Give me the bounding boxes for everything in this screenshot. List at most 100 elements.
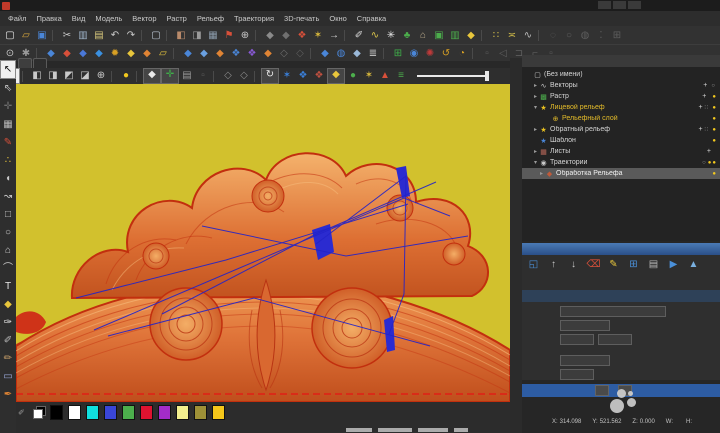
rainbow-layers-icon[interactable]: ≡ (393, 69, 409, 83)
add-icon[interactable]: + (698, 126, 702, 133)
plane-dim2-icon[interactable]: ◇ (236, 69, 252, 83)
separator[interactable] (344, 30, 349, 41)
sketch-icon[interactable]: ✐ (351, 29, 367, 42)
visibility-bulb-icon[interactable]: ● (712, 94, 717, 100)
separator[interactable] (213, 71, 218, 82)
separator[interactable] (141, 30, 146, 41)
spin-orange-icon[interactable]: ↺ (438, 47, 454, 60)
lasso-icon[interactable]: ↝ (1, 188, 15, 205)
paint-brush-icon[interactable]: ✐ (18, 408, 25, 417)
preview-icon[interactable]: ▲ (686, 257, 701, 272)
layers-blue-icon[interactable]: ❖ (228, 47, 244, 60)
close-button[interactable] (628, 1, 641, 9)
diamond-gray-icon[interactable]: ◆ (262, 29, 278, 42)
droplet-icon[interactable]: ◆ (1, 296, 15, 313)
tree-row[interactable]: ⊕ Рельефный слой ● (522, 113, 720, 124)
smooth-blue-icon[interactable]: ◆ (180, 47, 196, 60)
visibility-bulb-icon[interactable]: ● (712, 116, 717, 122)
relief-blue2-icon[interactable]: ◆ (75, 47, 91, 60)
flag-icon[interactable]: ⚑ (221, 29, 237, 42)
expander-icon[interactable]: ▸ (532, 93, 539, 100)
menu-item[interactable]: Справка (352, 14, 391, 23)
add-icon[interactable]: + (702, 93, 706, 100)
add-icon[interactable]: + (703, 82, 707, 89)
dim-diamond2-icon[interactable]: ◇ (292, 47, 308, 60)
menu-item[interactable]: Вид (67, 14, 91, 23)
tree-row[interactable]: ▾ ★ Лицевой рельеф + ∷ ● (522, 102, 720, 113)
visibility-bulb-icon[interactable]: ● (712, 171, 717, 177)
smudge-icon[interactable]: ✑ (1, 314, 15, 331)
separator[interactable] (22, 71, 27, 82)
visibility-bulb-icon[interactable]: ● (712, 127, 717, 133)
swatch-cyan[interactable] (86, 405, 99, 420)
tree-row[interactable]: ▢ (Без имени) (522, 69, 720, 80)
paste-icon[interactable]: ▤ (91, 29, 107, 42)
select-tool-icon[interactable]: ↖ (0, 60, 16, 79)
star-zoom-icon[interactable]: ✶ (361, 69, 377, 83)
menu-item[interactable]: Файл (3, 14, 31, 23)
panel-right-icon[interactable]: ◨ (189, 29, 205, 42)
grid-disabled-icon[interactable]: ⊞ (609, 29, 625, 42)
redo-icon[interactable]: ↷ (123, 29, 139, 42)
transform-icon[interactable]: ✛ (1, 98, 15, 115)
slider-thumb[interactable] (485, 71, 489, 81)
swatch-pale-yellow[interactable] (176, 405, 189, 420)
dim-tri-icon[interactable]: ◁ (495, 47, 511, 60)
menu-item[interactable]: Траектория (229, 14, 279, 23)
expander-icon[interactable]: ▾ (532, 159, 539, 166)
menu-item[interactable]: Растр (162, 14, 192, 23)
ellipse-tool-icon[interactable]: ○ (1, 224, 15, 241)
stack-icon[interactable]: ≣ (365, 47, 381, 60)
maximize-button[interactable] (613, 1, 626, 9)
home-x-input[interactable] (560, 334, 594, 345)
offset-orange-icon[interactable]: ◆ (260, 47, 276, 60)
visibility-bulb-icon[interactable]: ●● (708, 160, 717, 166)
drag-handle-icon[interactable]: ∷ (705, 126, 709, 133)
diamond-yellow-icon[interactable]: ◆ (463, 29, 479, 42)
menu-item[interactable]: Модель (90, 14, 127, 23)
expander-icon[interactable]: ▸ (538, 170, 545, 177)
menu-item[interactable]: Рельеф (192, 14, 229, 23)
swatch-green[interactable] (122, 405, 135, 420)
separator[interactable] (36, 48, 41, 59)
axes-icon[interactable]: ✛ (161, 68, 179, 84)
home-y-input[interactable] (598, 334, 632, 345)
dim-box-icon[interactable]: ▫ (479, 47, 495, 60)
separator[interactable] (166, 30, 171, 41)
move-up-icon[interactable]: ↑ (546, 257, 561, 272)
model-canvas[interactable] (16, 84, 510, 402)
apply-button[interactable] (595, 385, 609, 396)
relief-blue3-icon[interactable]: ◆ (91, 47, 107, 60)
expander-icon[interactable]: ▸ (532, 126, 539, 133)
relief-orange-icon[interactable]: ◆ (139, 47, 155, 60)
tree-row[interactable]: ▸ ▦ Листы + (522, 146, 720, 157)
export-arrow-icon[interactable]: → (326, 29, 342, 42)
name-input[interactable] (560, 306, 666, 317)
visibility-bulb-off-icon[interactable]: ○ (711, 83, 715, 89)
menu-item[interactable]: 3D-печать (279, 14, 324, 23)
swatch-red[interactable] (140, 405, 153, 420)
edit-toolpath-icon[interactable]: ✎ (606, 257, 621, 272)
separator[interactable] (254, 71, 259, 82)
snap-center-icon[interactable]: ⊕ (237, 29, 253, 42)
zoom-in-icon[interactable]: ⊕ (93, 69, 109, 83)
page-icon[interactable]: ▢ (148, 29, 164, 42)
expander-icon[interactable]: ▾ (532, 104, 539, 111)
sketch-tool-icon[interactable]: ✐ (1, 332, 15, 349)
wave-icon[interactable]: ∿ (367, 29, 383, 42)
circle-disabled-icon[interactable]: ○ (561, 29, 577, 42)
tree-row[interactable]: ★ Шаблон ● (522, 135, 720, 146)
ring-orange-icon[interactable]: ◔ (454, 47, 470, 60)
vector-curve-icon[interactable]: ∿ (520, 29, 536, 42)
undo-icon[interactable]: ↶ (107, 29, 123, 42)
tree-row[interactable]: ▸ ★ Обратный рельеф + ∷ ● (522, 124, 720, 135)
ellipse-disabled-icon[interactable]: ◌ (545, 29, 561, 42)
light-bulb-icon[interactable]: ● (118, 69, 134, 83)
separator[interactable] (136, 71, 141, 82)
shapes-green-icon[interactable]: ● (345, 69, 361, 83)
swatch-gold[interactable] (212, 405, 225, 420)
add-icon[interactable]: + (707, 148, 711, 155)
new-file-icon[interactable]: ▢ (2, 29, 18, 42)
eraser-icon[interactable]: ▭ (1, 368, 15, 385)
shading-slider[interactable] (417, 69, 497, 83)
